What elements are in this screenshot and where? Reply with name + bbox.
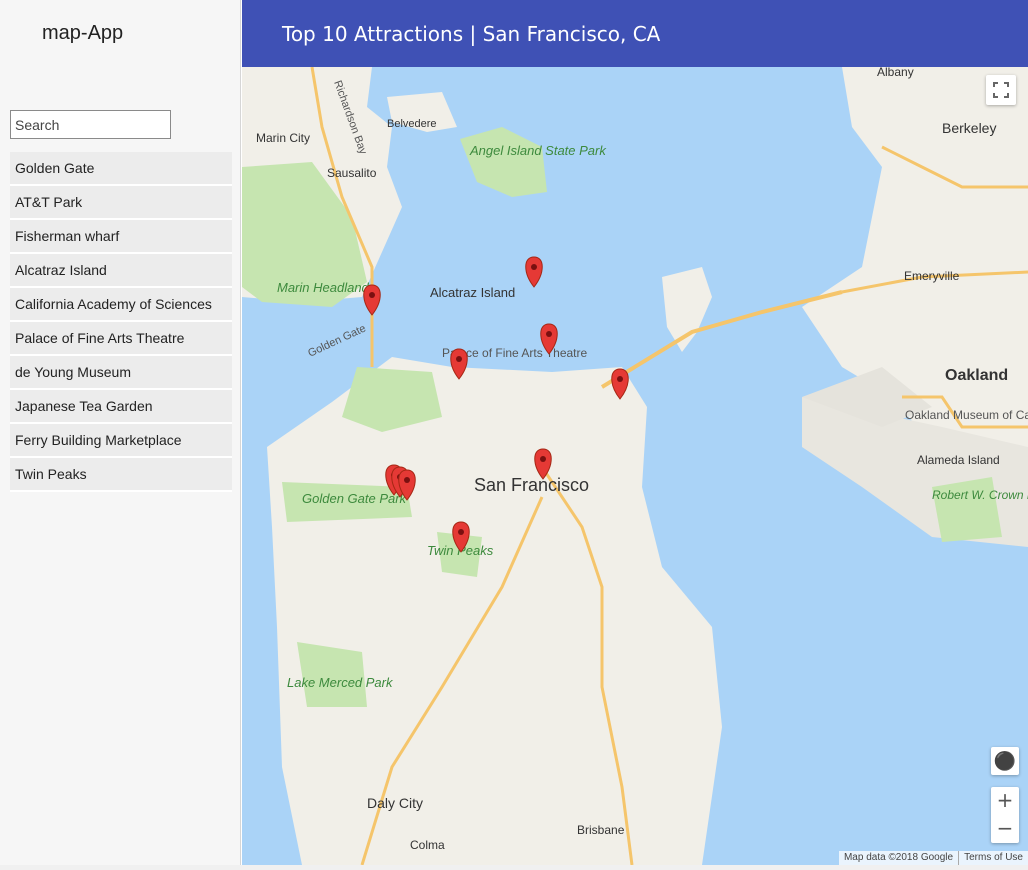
label-albany: Albany xyxy=(877,67,914,79)
list-item[interactable]: AT&T Park xyxy=(10,186,232,220)
places-list: Golden Gate AT&T Park Fisherman wharf Al… xyxy=(10,152,232,492)
sf-land xyxy=(267,357,722,865)
label-sausalito: Sausalito xyxy=(327,166,377,180)
sidebar: map-App Golden Gate AT&T Park Fisherman … xyxy=(0,0,241,865)
label-golden-gate: Golden Gate xyxy=(306,322,368,359)
header-bar: Top 10 Attractions | San Francisco, CA xyxy=(242,0,1028,67)
marker-golden-gate[interactable] xyxy=(363,284,381,316)
list-item[interactable]: California Academy of Sciences xyxy=(10,288,232,322)
marker-alcatraz-island[interactable] xyxy=(525,256,543,288)
label-marin-city: Marin City xyxy=(256,131,310,145)
label-colma: Colma xyxy=(410,838,445,852)
pegman-icon: ⚫ xyxy=(993,750,1017,771)
list-item[interactable]: de Young Museum xyxy=(10,356,232,390)
list-item[interactable]: Ferry Building Marketplace xyxy=(10,424,232,458)
label-robert-crown: Robert W. Crown Memorial State Beach xyxy=(932,488,1028,502)
label-marin-headlands: Marin Headlands xyxy=(277,280,376,295)
label-oakland-museum: Oakland Museum of California xyxy=(905,408,1028,422)
zoom-in-button[interactable]: + xyxy=(991,787,1019,815)
label-angel-island: Angel Island State Park xyxy=(469,143,607,158)
label-alcatraz: Alcatraz Island xyxy=(430,285,515,300)
label-lake-merced: Lake Merced Park xyxy=(287,675,394,690)
label-golden-gate-park: Golden Gate Park xyxy=(302,491,408,506)
app-title: map-App xyxy=(42,22,124,44)
crown-beach-park xyxy=(932,477,1002,542)
zoom-out-button[interactable]: − xyxy=(991,815,1019,843)
map-attribution: Map data ©2018 Google xyxy=(843,852,954,863)
map-footer: Map data ©2018 Google Terms of Use xyxy=(838,851,1028,865)
label-daly-city: Daly City xyxy=(367,795,423,811)
label-belvedere: Belvedere xyxy=(387,118,437,130)
bottom-border xyxy=(0,865,1028,870)
list-item[interactable]: Palace of Fine Arts Theatre xyxy=(10,322,232,356)
terms-link[interactable]: Terms of Use xyxy=(958,851,1028,865)
list-item[interactable]: Fisherman wharf xyxy=(10,220,232,254)
search-input[interactable] xyxy=(10,110,171,139)
label-emeryville: Emeryville xyxy=(904,269,960,283)
label-alameda: Alameda Island xyxy=(917,453,1000,467)
label-oakland: Oakland xyxy=(945,367,1008,384)
street-view-button[interactable]: ⚫ xyxy=(991,747,1019,775)
map[interactable]: San Francisco Oakland Berkeley Emeryvill… xyxy=(242,67,1028,865)
label-berkeley: Berkeley xyxy=(942,120,996,136)
label-san-francisco: San Francisco xyxy=(474,475,589,495)
angel-island xyxy=(460,127,547,197)
label-brisbane: Brisbane xyxy=(577,823,625,837)
page-title: Top 10 Attractions | San Francisco, CA xyxy=(282,22,661,46)
map-canvas[interactable]: San Francisco Oakland Berkeley Emeryvill… xyxy=(242,67,1028,865)
fullscreen-icon xyxy=(993,82,1009,98)
list-item[interactable]: Twin Peaks xyxy=(10,458,232,492)
treasure-island xyxy=(662,267,712,352)
list-item[interactable]: Golden Gate xyxy=(10,152,232,186)
fullscreen-button[interactable] xyxy=(986,75,1016,105)
list-item[interactable]: Japanese Tea Garden xyxy=(10,390,232,424)
list-item[interactable]: Alcatraz Island xyxy=(10,254,232,288)
zoom-control: + − xyxy=(991,787,1019,843)
